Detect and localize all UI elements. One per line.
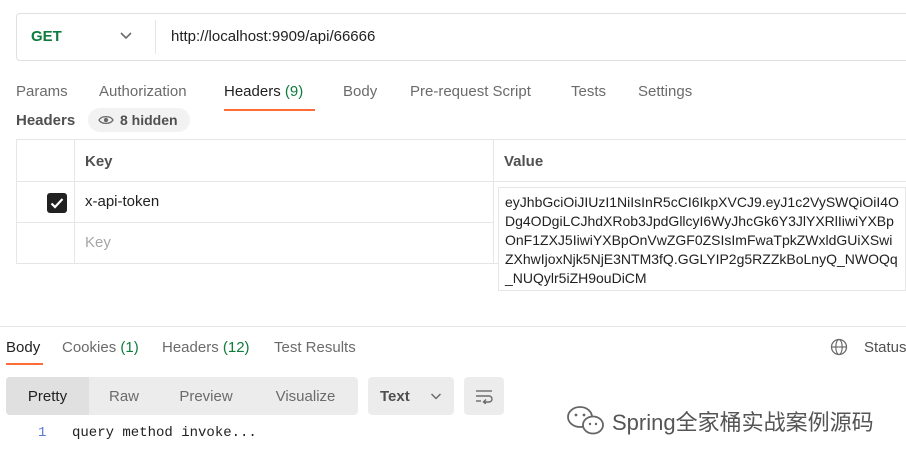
tab-settings[interactable]: Settings (638, 83, 692, 100)
request-url-bar: GET http://localhost:9909/api/66666 (16, 13, 906, 61)
line-number: 1 (38, 425, 47, 441)
tab-headers[interactable]: Headers (9) (224, 83, 303, 100)
eye-icon (98, 115, 114, 125)
tab-label: Body (6, 339, 41, 356)
response-tab-headers[interactable]: Headers (12) (162, 339, 250, 356)
status-label: Status (864, 339, 906, 356)
chevron-down-icon (430, 393, 441, 400)
wrap-lines-button[interactable] (464, 377, 504, 415)
view-mode-raw[interactable]: Raw (89, 377, 159, 415)
active-response-tab-indicator (6, 363, 43, 365)
tab-label: Settings (638, 83, 693, 100)
header-value-cell[interactable]: eyJhbGciOiJIUzI1NiIsInR5cCI6IkpXVCJ9.eyJ… (498, 187, 906, 291)
tab-label: Tests (571, 83, 607, 100)
header-enabled-checkbox[interactable] (47, 193, 67, 213)
format-select-value: Text (380, 387, 410, 405)
tab-body[interactable]: Body (343, 83, 377, 100)
column-divider (74, 140, 75, 264)
column-header-key: Key (85, 153, 113, 170)
tab-params[interactable]: Params (16, 83, 68, 100)
tab-label: Params (16, 83, 68, 100)
view-mode-visualize[interactable]: Visualize (253, 377, 358, 415)
header-key-cell[interactable]: x-api-token (85, 193, 159, 210)
tab-tests[interactable]: Tests (571, 83, 606, 100)
watermark-text: Spring全家桶实战案例源码 (612, 410, 874, 435)
headers-section-title: Headers (16, 112, 76, 129)
tab-label: Pre-request Script (410, 83, 531, 100)
method-select[interactable]: GET (31, 28, 62, 45)
new-key-input[interactable]: Key (85, 234, 111, 251)
tab-label: Headers (224, 83, 281, 100)
tab-label: Test Results (274, 339, 356, 356)
column-divider (493, 140, 494, 264)
view-mode-pretty[interactable]: Pretty (6, 377, 89, 415)
response-tab-cookies[interactable]: Cookies (1) (62, 339, 139, 356)
active-tab-indicator (224, 109, 315, 111)
tab-count: (9) (284, 83, 304, 100)
tab-count: (1) (120, 339, 139, 356)
hidden-headers-toggle[interactable]: 8 hidden (88, 108, 190, 132)
chat-bubbles-icon (567, 406, 604, 435)
checkmark-icon (50, 198, 64, 209)
tab-label: Cookies (62, 339, 117, 356)
response-tab-test-results[interactable]: Test Results (274, 339, 356, 356)
tab-authorization[interactable]: Authorization (99, 83, 187, 100)
wrap-lines-icon (476, 390, 493, 404)
chevron-down-icon[interactable] (119, 28, 133, 42)
tab-label: Authorization (99, 83, 187, 100)
row-divider (17, 222, 493, 223)
response-body-line: query method invoke... (72, 425, 257, 441)
view-mode-preview[interactable]: Preview (159, 377, 253, 415)
tab-label: Body (343, 83, 378, 100)
row-divider (17, 181, 906, 182)
hidden-headers-label: 8 hidden (120, 112, 178, 128)
response-tab-body[interactable]: Body (6, 339, 40, 356)
column-header-value: Value (504, 153, 544, 170)
url-input[interactable]: http://localhost:9909/api/66666 (171, 28, 375, 45)
globe-icon[interactable] (830, 338, 848, 356)
format-select[interactable]: Text (368, 377, 454, 415)
url-divider (155, 20, 156, 54)
pane-divider[interactable] (0, 326, 906, 327)
tab-pre-request-script[interactable]: Pre-request Script (410, 83, 531, 100)
tab-count: (12) (222, 339, 250, 356)
tab-label: Headers (162, 339, 219, 356)
view-mode-segmented-control: Pretty Raw Preview Visualize (6, 377, 358, 415)
